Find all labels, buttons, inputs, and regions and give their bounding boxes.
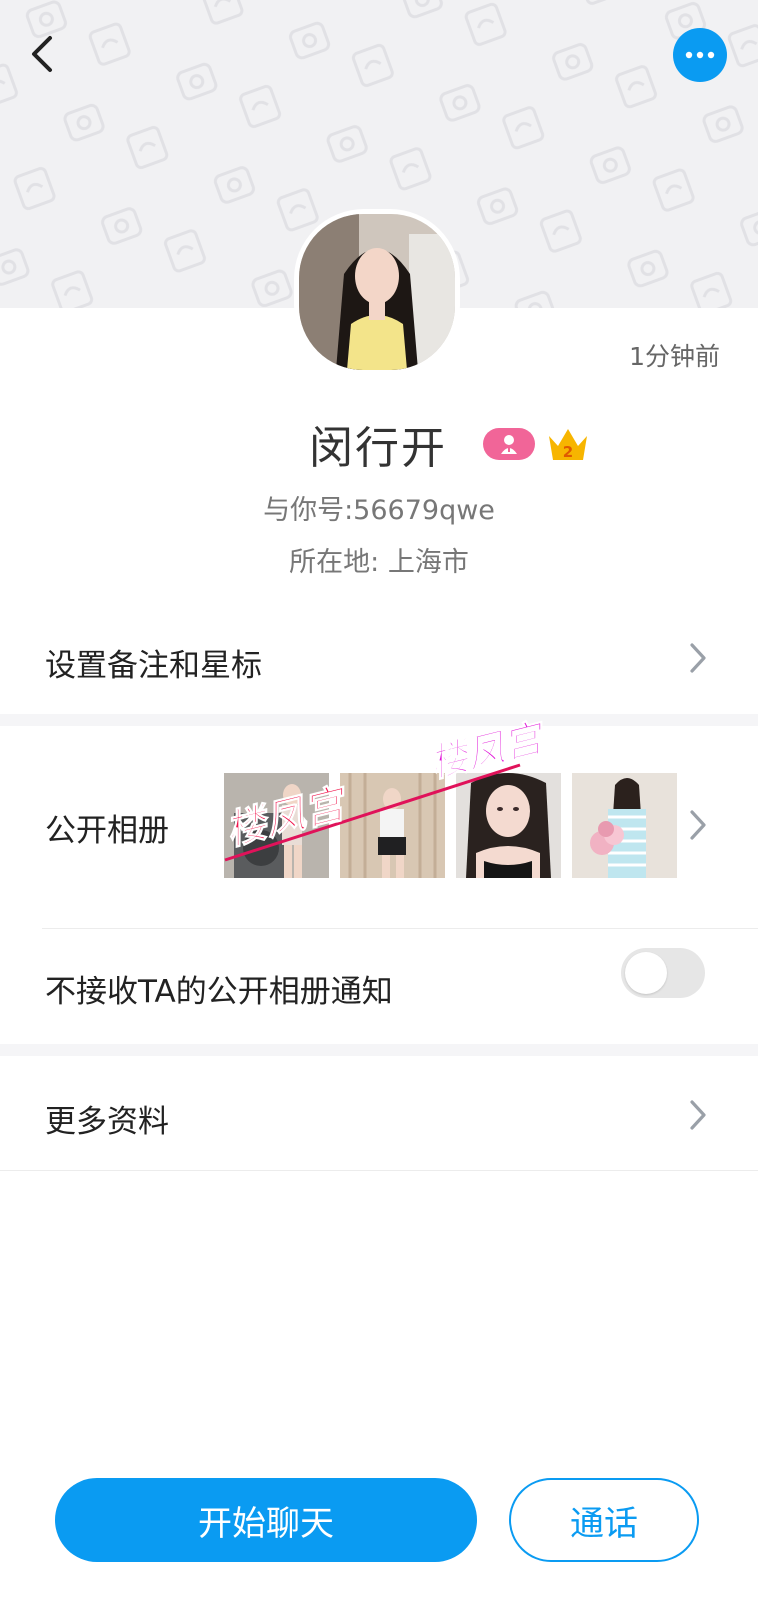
person-badge-icon xyxy=(483,428,535,460)
call-button[interactable]: 通话 xyxy=(509,1478,699,1562)
album-notify-row: 不接收TA的公开相册通知 xyxy=(0,930,758,1040)
avatar-image xyxy=(299,214,455,370)
section-gap xyxy=(0,714,758,726)
chevron-right-icon xyxy=(690,643,706,673)
chevron-left-icon xyxy=(32,36,52,72)
start-chat-button[interactable]: 开始聊天 xyxy=(55,1478,477,1562)
toggle-knob xyxy=(625,952,667,994)
more-options-button[interactable] xyxy=(673,28,727,82)
divider xyxy=(0,1170,758,1171)
watermark-line xyxy=(224,763,521,862)
name-row: 闵行开 2 xyxy=(0,412,758,478)
more-info-row[interactable]: 更多资料 xyxy=(0,1056,758,1168)
crown-level-icon: 2 xyxy=(546,424,590,464)
more-dots-icon xyxy=(685,51,715,59)
remark-label: 设置备注和星标 xyxy=(45,648,262,684)
more-info-label: 更多资料 xyxy=(45,1104,169,1140)
album-notify-toggle[interactable] xyxy=(621,948,705,998)
avatar[interactable] xyxy=(294,209,460,375)
last-active-time: 1分钟前 xyxy=(629,342,720,371)
location: 所在地: 上海市 xyxy=(289,547,469,578)
album-notify-label: 不接收TA的公开相册通知 xyxy=(45,974,393,1010)
section-gap xyxy=(0,1044,758,1056)
crown-level: 2 xyxy=(563,443,573,461)
account-id: 与你号:56679qwe xyxy=(263,495,495,526)
chevron-right-icon xyxy=(690,1100,706,1130)
user-name: 闵行开 xyxy=(309,423,447,474)
back-button[interactable] xyxy=(18,30,66,78)
remark-row[interactable]: 设置备注和星标 xyxy=(0,608,758,708)
